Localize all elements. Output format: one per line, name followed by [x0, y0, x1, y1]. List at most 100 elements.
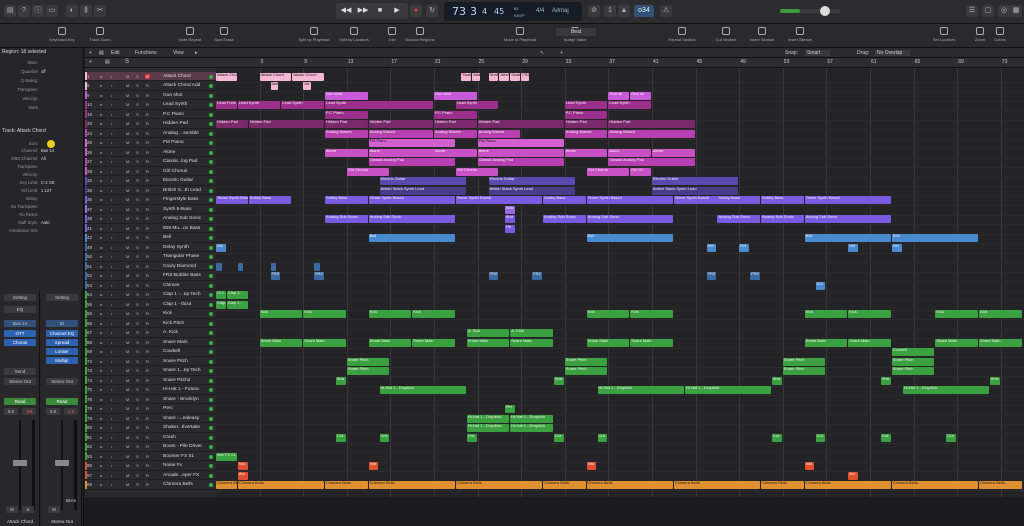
region[interactable]: Snare Pitch [564, 357, 608, 366]
track-row[interactable]: 52 ▸ ♪ M S R FRZ-Bubble Bass [85, 271, 216, 281]
disclosure-icon[interactable]: ▸ [99, 178, 104, 183]
region[interactable]: FRZ [750, 272, 760, 280]
region[interactable]: Bell [586, 234, 673, 242]
output-slot[interactable]: Stereo Out [46, 378, 78, 385]
mute-button[interactable]: M [125, 140, 130, 145]
mute-button[interactable]: M [125, 454, 130, 459]
region[interactable]: Alone [434, 148, 477, 157]
region[interactable]: Kick [412, 310, 455, 318]
track-on-indicator[interactable] [209, 473, 213, 478]
region[interactable] [216, 262, 222, 271]
track-on-indicator[interactable] [209, 274, 213, 278]
track-on-indicator[interactable] [209, 331, 213, 335]
track-name[interactable]: FRZ-Bubble Bass [163, 273, 201, 278]
track-row[interactable]: 67 ▸ ♪ M S R A. Kick [85, 328, 216, 338]
track-row[interactable]: 87 ▸ ♪ M S R Arcade...eper FX [85, 471, 216, 481]
track-row[interactable]: 53 ▸ ♪ M S R Chimes [85, 281, 216, 291]
track-on-indicator[interactable] [209, 236, 213, 240]
disclosure-icon[interactable]: ▸ [99, 397, 104, 402]
track-on-indicator[interactable] [209, 198, 213, 202]
list-editors-icon[interactable]: ☰ [966, 5, 978, 17]
solo-button[interactable]: S [135, 349, 140, 354]
mute-button[interactable]: M [125, 273, 130, 278]
disclosure-icon[interactable]: ▸ [99, 463, 104, 468]
region[interactable]: FRZ [706, 272, 717, 280]
mute-button[interactable]: M [125, 169, 130, 174]
region[interactable] [270, 262, 277, 271]
track-name[interactable]: British S...th Lead [163, 188, 201, 193]
track-row[interactable]: 75 ▸ ♪ M S R Hi-Hat 1 - Futura [85, 385, 216, 395]
solo-button[interactable]: S [135, 74, 140, 79]
plugin-slot[interactable]: Chorus [4, 339, 36, 346]
region[interactable]: Inst [586, 462, 597, 470]
track-on-indicator[interactable] [209, 435, 213, 440]
region[interactable]: Snare Pitch [891, 367, 935, 375]
region[interactable]: Lead Synth [455, 101, 499, 109]
mute-button[interactable]: M [125, 378, 130, 383]
track-on-indicator[interactable] [209, 283, 213, 288]
region[interactable]: Hi-Hat 1 - Dropkick [379, 386, 466, 394]
tuner-icon[interactable]: ⊘ [588, 5, 600, 17]
pencil-tool-icon[interactable]: + [560, 50, 563, 56]
disclosure-icon[interactable]: ▸ [99, 425, 104, 430]
region[interactable]: Classic Analog Pad [608, 158, 695, 166]
track-name[interactable]: Classic..log Pad [163, 159, 197, 164]
region[interactable]: Chimera Bells [891, 481, 978, 489]
nudge-value-field[interactable]: Beat [556, 28, 596, 36]
region[interactable]: Kick [979, 310, 1022, 318]
solo-button[interactable]: S [135, 330, 140, 335]
track-name[interactable]: Attack Chord [163, 74, 191, 79]
region[interactable]: Cra [880, 433, 891, 442]
solo-button[interactable]: S [135, 235, 140, 240]
metronome-icon[interactable]: ▲ [618, 5, 630, 17]
region[interactable]: Chimera Bells [586, 481, 673, 489]
track-row[interactable]: 26 ▸ ♪ M S R Alone [85, 148, 216, 158]
region[interactable]: Gun sh [608, 91, 630, 100]
track-on-indicator[interactable] [209, 445, 213, 449]
region[interactable]: Hi-Hat 1 - Dropkick [510, 424, 553, 432]
solo-button[interactable]: S [135, 425, 140, 430]
region[interactable]: Inst [368, 462, 379, 470]
disclosure-icon[interactable]: ▸ [99, 378, 104, 383]
edit-menu[interactable]: Edit [111, 50, 120, 56]
region[interactable]: Chimera Bells [325, 481, 368, 489]
track-on-indicator[interactable] [209, 426, 213, 430]
mute-button[interactable]: M [125, 121, 130, 126]
region[interactable]: Tense Synth Bass4 [368, 196, 455, 204]
inspector-track-row[interactable]: Channel: Bus 14 [2, 148, 82, 155]
mute-button[interactable]: M [125, 321, 130, 326]
track-row[interactable]: 86 ▸ ♪ M S R Noise Fx [85, 461, 216, 471]
region[interactable]: Shake D [461, 72, 472, 81]
region[interactable]: Lead Funk [216, 101, 237, 109]
disclosure-icon[interactable]: ▸ [99, 74, 104, 79]
track-row[interactable]: 68 ▸ ♪ M S R Snare Main [85, 338, 216, 348]
region-header[interactable]: Region: 18 selected [2, 49, 82, 56]
region[interactable]: Chimera Bells [673, 481, 760, 489]
track-name[interactable]: Clap 1 - Ibiza [163, 302, 191, 307]
region[interactable]: Per [504, 405, 515, 413]
track-row[interactable]: 50 ▸ ♪ M S R Triangular Phase [85, 252, 216, 262]
browser-icon[interactable]: ▦ [1010, 5, 1022, 17]
mute-button[interactable]: M [125, 444, 130, 449]
track-name[interactable]: Chimera Bells [163, 482, 193, 487]
disclosure-icon[interactable]: ▸ [99, 387, 104, 392]
mute-button[interactable]: M [125, 292, 130, 297]
region[interactable]: Sna [771, 376, 782, 385]
mute-button[interactable]: M [125, 226, 130, 231]
cycle-icon[interactable]: ↻ [426, 5, 438, 17]
catch-icon[interactable]: ▸ [195, 50, 198, 56]
rewind-icon[interactable]: ◀◀ [338, 5, 354, 17]
mute-button[interactable]: M [125, 197, 130, 202]
record-arm-button[interactable]: R [145, 150, 150, 155]
track-on-indicator[interactable] [209, 321, 213, 326]
region[interactable] [237, 262, 244, 271]
region[interactable]: Chimera Bells [368, 481, 455, 489]
inspector-track-row[interactable]: No Reset: [2, 212, 82, 219]
track-name[interactable]: Hi-Hat 1 - Futura [163, 387, 199, 392]
region[interactable]: mer FX 01 [216, 452, 237, 461]
record-arm-button[interactable]: R [145, 254, 150, 259]
record-arm-button[interactable]: R [145, 83, 150, 88]
mute-button[interactable]: M [125, 131, 130, 136]
disclosure-icon[interactable]: ▸ [99, 188, 104, 193]
record-icon[interactable]: ● [410, 5, 422, 17]
